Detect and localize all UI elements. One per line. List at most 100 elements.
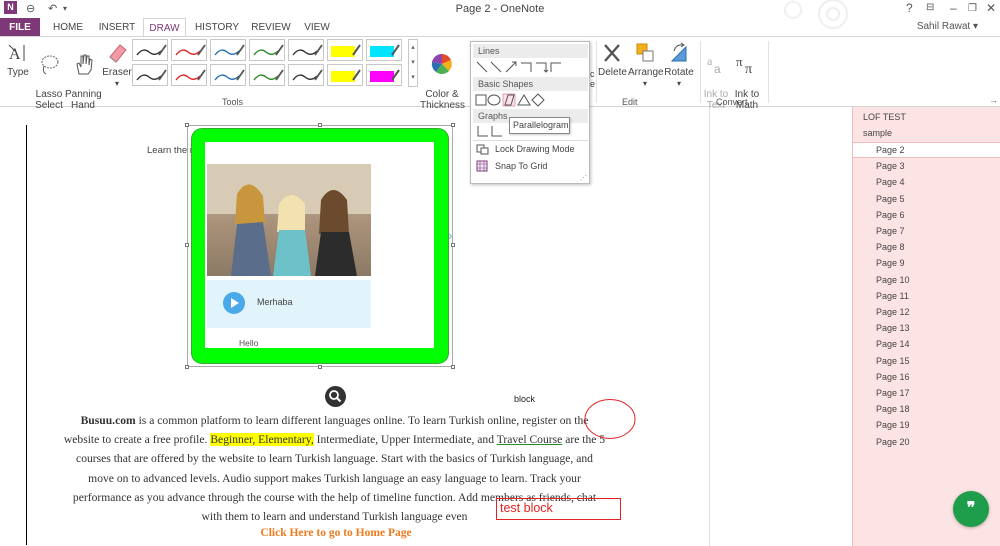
pen-swatch[interactable] <box>210 39 246 61</box>
basic-shapes-icon[interactable] <box>474 93 549 107</box>
lesson-card-image: Merhaba Hello <box>205 142 434 348</box>
tab-view[interactable]: VIEW <box>300 18 334 37</box>
lines-header: Lines <box>473 44 588 58</box>
page-item[interactable]: Page 16 <box>876 372 910 382</box>
panning-hand-button[interactable]: Panning Hand <box>65 41 102 111</box>
tab-draw[interactable]: DRAW <box>143 18 186 37</box>
lock-drawing-mode-item[interactable]: Lock Drawing Mode <box>495 144 575 154</box>
tab-insert[interactable]: INSERT <box>96 18 138 37</box>
pen-gallery <box>132 39 408 89</box>
maximize-button[interactable]: ❐ <box>968 3 977 14</box>
page-item[interactable]: Page 4 <box>876 177 905 187</box>
pen-swatch[interactable] <box>327 64 363 86</box>
tools-group-label: Tools <box>222 97 244 107</box>
search-magnifier-icon[interactable] <box>325 386 346 407</box>
test-block-box[interactable]: test block <box>496 498 621 520</box>
pen-swatch[interactable] <box>288 39 324 61</box>
pen-swatch[interactable] <box>288 64 324 86</box>
page-item[interactable]: Page 8 <box>876 242 905 252</box>
pen-swatch[interactable] <box>249 64 285 86</box>
hand-icon <box>76 54 93 75</box>
ribbon-c-fragment: c <box>590 69 595 79</box>
tab-file[interactable]: FILE <box>0 18 40 37</box>
page-item[interactable]: Page 6 <box>876 210 905 220</box>
ink-to-math-icon: ππ <box>736 54 752 76</box>
block-label: block <box>514 394 536 404</box>
arrange-button[interactable]: Arrange ▾ <box>628 41 664 89</box>
eraser-button[interactable]: Eraser ▾ <box>102 41 132 89</box>
tab-home[interactable]: HOME <box>48 18 88 37</box>
page-item[interactable]: Page 20 <box>876 437 910 447</box>
page-item[interactable]: Page 14 <box>876 339 910 349</box>
color-thickness-button[interactable]: Color & Thickness <box>420 41 465 111</box>
phrase-word: Merhaba <box>257 297 293 307</box>
page-item[interactable]: Page 11 <box>876 291 909 301</box>
chevron-right-icon[interactable]: › <box>448 227 453 243</box>
color-palette-icon <box>431 53 452 74</box>
page-item[interactable]: Page 12 <box>876 307 910 317</box>
basic-shapes-header: Basic Shapes <box>473 77 588 91</box>
ribbon-e-fragment: e <box>590 79 596 89</box>
home-page-link[interactable]: Click Here to go to Home Page <box>0 527 672 539</box>
delete-button[interactable]: Delete <box>598 41 627 78</box>
photo-women-icon <box>207 164 371 276</box>
pen-swatch[interactable] <box>132 64 168 86</box>
close-button[interactable]: ✕ <box>986 1 996 15</box>
panel-resize-grip-icon[interactable]: ⋰ <box>580 174 587 182</box>
page-item[interactable]: Page 13 <box>876 323 910 333</box>
pen-swatch[interactable] <box>171 39 207 61</box>
collapse-ribbon-icon[interactable]: → <box>989 95 998 105</box>
pen-swatch[interactable] <box>171 64 207 86</box>
pen-gallery-scroll[interactable]: ▴ ▾ ▾ <box>408 39 418 87</box>
pen-swatch[interactable] <box>327 39 363 61</box>
page-item[interactable]: Page 3 <box>876 161 905 171</box>
page-item[interactable]: Page 10 <box>876 275 910 285</box>
page-item[interactable]: Page 9 <box>876 258 905 268</box>
pen-swatch[interactable] <box>366 64 402 86</box>
brand-name: Busuu.com <box>80 414 136 427</box>
convert-group-label: Convert <box>716 97 748 107</box>
pen-swatch[interactable] <box>249 39 285 61</box>
photo-figures-icon <box>207 164 371 276</box>
line-shapes-icon[interactable] <box>476 60 561 74</box>
audio-row[interactable]: Merhaba <box>207 280 371 328</box>
lasso-icon <box>41 55 59 75</box>
pages-pane: LOF TEST sample Page 2 Page 3 Page 4 Page 5… <box>852 107 1000 546</box>
pen-swatch[interactable] <box>366 39 402 61</box>
svg-text:π: π <box>736 54 743 69</box>
svg-text:A: A <box>9 46 21 63</box>
chat-fab-icon[interactable]: ❞ <box>953 491 989 527</box>
svg-text:a: a <box>707 54 713 68</box>
delete-icon <box>604 44 620 62</box>
ink-vertical-line <box>26 125 27 545</box>
snap-to-grid-item[interactable]: Snap To Grid <box>495 161 547 171</box>
page-divider <box>709 107 710 546</box>
section-title[interactable]: LOF TEST <box>863 112 906 122</box>
page-item[interactable]: Page 17 <box>876 388 910 398</box>
play-audio-icon[interactable] <box>223 292 245 314</box>
pen-swatch[interactable] <box>210 64 246 86</box>
tab-review[interactable]: REVIEW <box>250 18 292 37</box>
pen-swatch[interactable] <box>132 39 168 61</box>
lock-drawing-icon <box>476 144 489 155</box>
page-item[interactable]: Page 2 <box>876 145 905 155</box>
rotate-button[interactable]: Rotate ▾ <box>664 41 694 89</box>
page-item[interactable]: Page 15 <box>876 356 910 366</box>
type-button[interactable]: A Type <box>4 41 32 78</box>
subsection-title[interactable]: sample <box>863 128 892 138</box>
decorative-circles-icon <box>784 0 848 29</box>
ink-circle-drawing[interactable] <box>583 397 639 441</box>
lasso-select-button[interactable]: Lasso Select <box>34 41 64 111</box>
page-item[interactable]: Page 7 <box>876 226 905 236</box>
underlined-text: Travel Course <box>496 433 563 447</box>
highlighted-text: Beginner, Elementary, <box>210 433 314 447</box>
parallelogram-tooltip: Parallelogram <box>509 117 570 134</box>
tab-history[interactable]: HISTORY <box>192 18 242 37</box>
svg-text:a: a <box>714 62 721 76</box>
page-item[interactable]: Page 18 <box>876 404 910 414</box>
phrase-translation: Hello <box>239 338 259 348</box>
page-item[interactable]: Page 5 <box>876 194 905 204</box>
type-icon: A <box>8 44 25 63</box>
page-item[interactable]: Page 19 <box>876 420 910 430</box>
svg-text:π: π <box>745 62 752 76</box>
